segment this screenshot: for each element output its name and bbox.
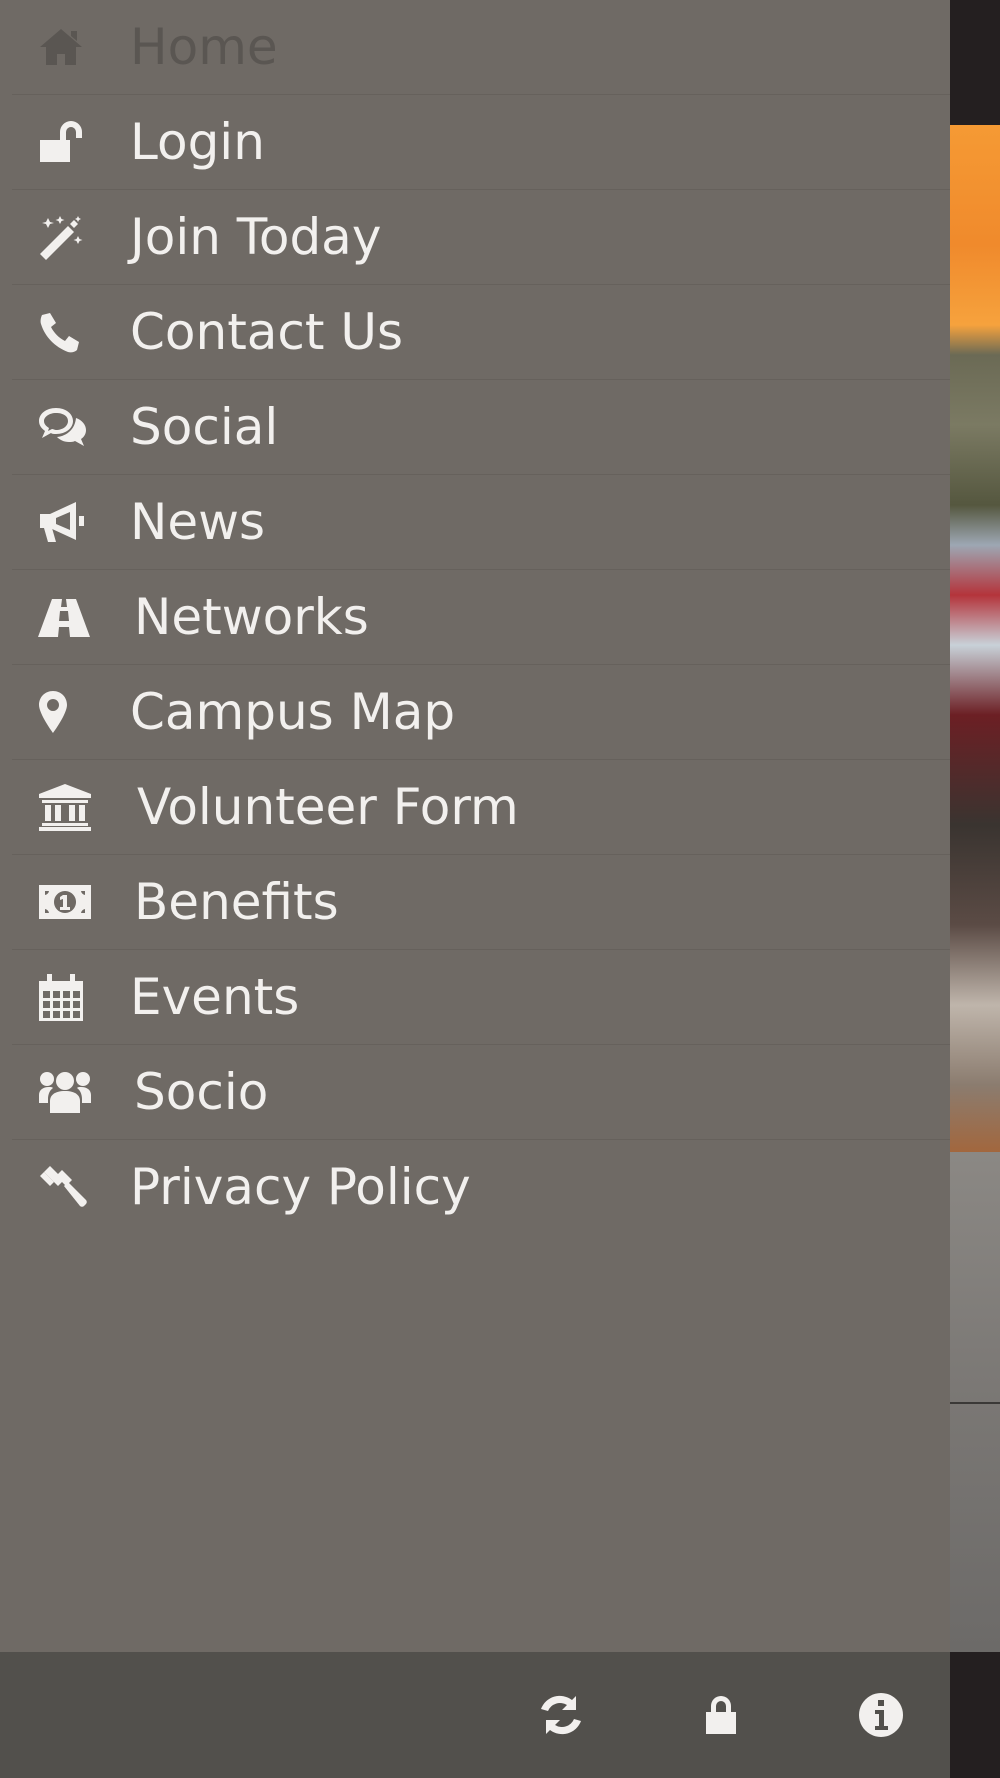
road-icon [38,593,96,641]
menu-item-label: Home [130,18,278,76]
menu-item-label: Networks [134,588,369,646]
menu-item-benefits[interactable]: Benefits [12,855,950,950]
home-icon [38,23,96,71]
lock-button[interactable] [694,1690,748,1744]
users-icon [38,1068,96,1116]
calendar-icon [38,973,96,1021]
menu-item-news[interactable]: News [12,475,950,570]
money-icon [38,878,96,926]
info-icon [858,1692,904,1742]
side-drawer: Home Login Join Today Contact Us Social [0,0,950,1652]
map-marker-icon [38,688,96,736]
megaphone-icon [38,498,96,546]
menu-item-join-today[interactable]: Join Today [12,190,950,285]
drawer-toolbar [0,1652,950,1778]
background-footer [950,1652,1000,1778]
drawer-menu: Home Login Join Today Contact Us Social [0,0,950,1234]
magic-wand-icon [38,213,96,261]
menu-item-label: Social [130,398,279,456]
menu-item-label: Contact Us [130,303,404,361]
menu-item-events[interactable]: Events [12,950,950,1045]
menu-item-label: Campus Map [130,683,456,741]
menu-item-label: Join Today [130,208,382,266]
menu-item-campus-map[interactable]: Campus Map [12,665,950,760]
menu-item-label: Events [130,968,300,1026]
menu-item-home[interactable]: Home [12,0,950,95]
menu-item-contact-us[interactable]: Contact Us [12,285,950,380]
unlock-icon [38,118,96,166]
menu-item-label: Login [130,113,265,171]
lock-icon [703,1694,739,1740]
menu-item-login[interactable]: Login [12,95,950,190]
menu-item-label: Privacy Policy [130,1158,471,1216]
phone-icon [38,308,96,356]
background-divider [950,1402,1000,1404]
info-button[interactable] [854,1690,908,1744]
refresh-button[interactable] [534,1690,588,1744]
background-photo [950,125,1000,1152]
menu-item-social[interactable]: Social [12,380,950,475]
menu-item-socio[interactable]: Socio [12,1045,950,1140]
refresh-icon [538,1692,584,1742]
background-header [950,0,1000,125]
menu-item-label: Benefits [134,873,339,931]
menu-item-label: Socio [134,1063,269,1121]
background-app [950,0,1000,1778]
menu-item-networks[interactable]: Networks [12,570,950,665]
chat-bubbles-icon [38,403,96,451]
institution-icon [38,783,96,831]
menu-item-volunteer-form[interactable]: Volunteer Form [12,760,950,855]
menu-item-privacy-policy[interactable]: Privacy Policy [12,1140,950,1234]
gavel-icon [38,1163,96,1211]
menu-item-label: News [130,493,266,551]
menu-item-label: Volunteer Form [137,778,519,836]
